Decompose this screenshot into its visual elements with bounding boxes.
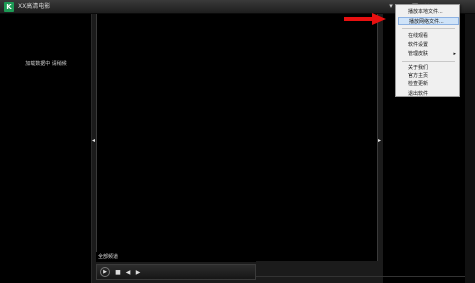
- menu-item-skins-label: 管理皮肤: [408, 51, 429, 57]
- annotation-arrow-icon: [372, 13, 386, 25]
- menu-item-skins[interactable]: 管理皮肤 ▸: [398, 50, 459, 58]
- menu-separator: [402, 61, 455, 62]
- menu-separator: [402, 28, 455, 29]
- playback-controls: ▶ ■ ◀ ▶: [96, 264, 256, 280]
- context-menu: 播放本地文件... 播放网络文件... 在线观看 软件设置 管理皮肤 ▸ 关于我…: [395, 4, 460, 97]
- player-window: K XX高清电影 ▾ – □ × 加载数据中 请稍候 ◂ ▸ 全部频道 ▶ ■ …: [0, 0, 475, 283]
- channel-sidebar: 加载数据中 请稍候: [0, 14, 92, 283]
- playlist-label: 全部频道: [98, 254, 119, 260]
- play-button[interactable]: ▶: [100, 267, 110, 277]
- app-logo-icon: K: [4, 2, 14, 12]
- loading-message: 加载数据中 请稍候: [25, 61, 67, 67]
- menu-item-watch-online[interactable]: 在线观看: [398, 32, 459, 40]
- menu-item-play-network-file[interactable]: 播放网络文件...: [398, 17, 459, 25]
- submenu-arrow-icon: ▸: [453, 51, 456, 57]
- divider: [256, 276, 465, 277]
- app-title: XX高清电影: [18, 3, 51, 10]
- collapse-right-arrow-icon[interactable]: ▸: [378, 137, 382, 145]
- menu-item-homepage[interactable]: 官方主页: [398, 72, 459, 80]
- menu-item-exit[interactable]: 退出软件: [398, 90, 459, 98]
- right-panel-scrollbar[interactable]: [465, 14, 475, 283]
- playlist-bar: 全部频道: [96, 252, 256, 262]
- video-area[interactable]: [96, 14, 378, 261]
- menu-item-settings[interactable]: 软件设置: [398, 41, 459, 49]
- previous-button[interactable]: ◀: [124, 269, 132, 277]
- menu-item-check-update[interactable]: 检查更新: [398, 80, 459, 88]
- stop-button[interactable]: ■: [114, 269, 122, 277]
- next-button[interactable]: ▶: [134, 269, 142, 277]
- menu-item-about[interactable]: 关于我们: [398, 64, 459, 72]
- annotation-arrow-shaft: [344, 17, 374, 21]
- menu-item-play-local-file[interactable]: 播放本地文件...: [398, 8, 459, 16]
